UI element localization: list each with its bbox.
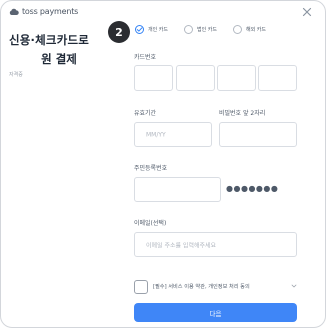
- cloud-logo-icon: [9, 8, 19, 15]
- merchant-label: 자격증: [9, 72, 23, 78]
- step-badge: 2: [108, 21, 130, 43]
- radio-overseas-card[interactable]: 해외 카드: [233, 25, 266, 34]
- rrn-input[interactable]: [134, 177, 221, 202]
- email-input[interactable]: 이메일 주소를 입력해주세요: [134, 232, 297, 257]
- card-number-input-3[interactable]: [217, 65, 256, 91]
- page-title-line1: 신용·체크카드로: [9, 33, 90, 47]
- next-button[interactable]: 다음: [134, 303, 297, 322]
- card-number-input-1[interactable]: [134, 65, 173, 91]
- toss-payments-logo: toss payments: [9, 7, 78, 16]
- email-placeholder: 이메일 주소를 입력해주세요: [146, 242, 217, 249]
- email-label: 이메일(선택): [134, 220, 167, 227]
- logo-text: toss payments: [22, 7, 79, 16]
- agree-text: [필수] 서비스 이용 약관, 개인정보 처리 동의: [153, 284, 250, 290]
- radio-unchecked-icon: [184, 25, 193, 34]
- radio-label: 개인 카드: [148, 27, 168, 33]
- radio-label: 법인 카드: [197, 27, 217, 33]
- chevron-down-icon[interactable]: [290, 282, 298, 290]
- password-label: 비밀번호 앞 2자리: [219, 110, 266, 117]
- rrn-mask: ●●●●●●●: [226, 184, 279, 193]
- radio-personal-card[interactable]: 개인 카드: [135, 25, 168, 34]
- payment-dialog: toss payments 신용·체크카드로 원 결제 자격증 2 개인 카드 …: [0, 0, 326, 328]
- rrn-label: 주민등록번호: [134, 165, 168, 172]
- close-icon[interactable]: [301, 6, 313, 18]
- card-number-input-2[interactable]: [176, 65, 215, 91]
- radio-unchecked-icon: [233, 25, 242, 34]
- card-number-input-4[interactable]: [258, 65, 297, 91]
- radio-checked-icon: [135, 25, 144, 34]
- radio-label: 해외 카드: [246, 27, 266, 33]
- radio-corporate-card[interactable]: 법인 카드: [184, 25, 217, 34]
- agree-checkbox[interactable]: [134, 280, 148, 294]
- card-number-label: 카드번호: [134, 54, 157, 61]
- expiry-label: 유효기간: [134, 110, 157, 117]
- password-input[interactable]: [219, 122, 297, 147]
- expiry-placeholder: MM/YY: [146, 131, 166, 138]
- page-title-line2: 원 결제: [41, 52, 77, 66]
- expiry-input[interactable]: MM/YY: [134, 122, 212, 147]
